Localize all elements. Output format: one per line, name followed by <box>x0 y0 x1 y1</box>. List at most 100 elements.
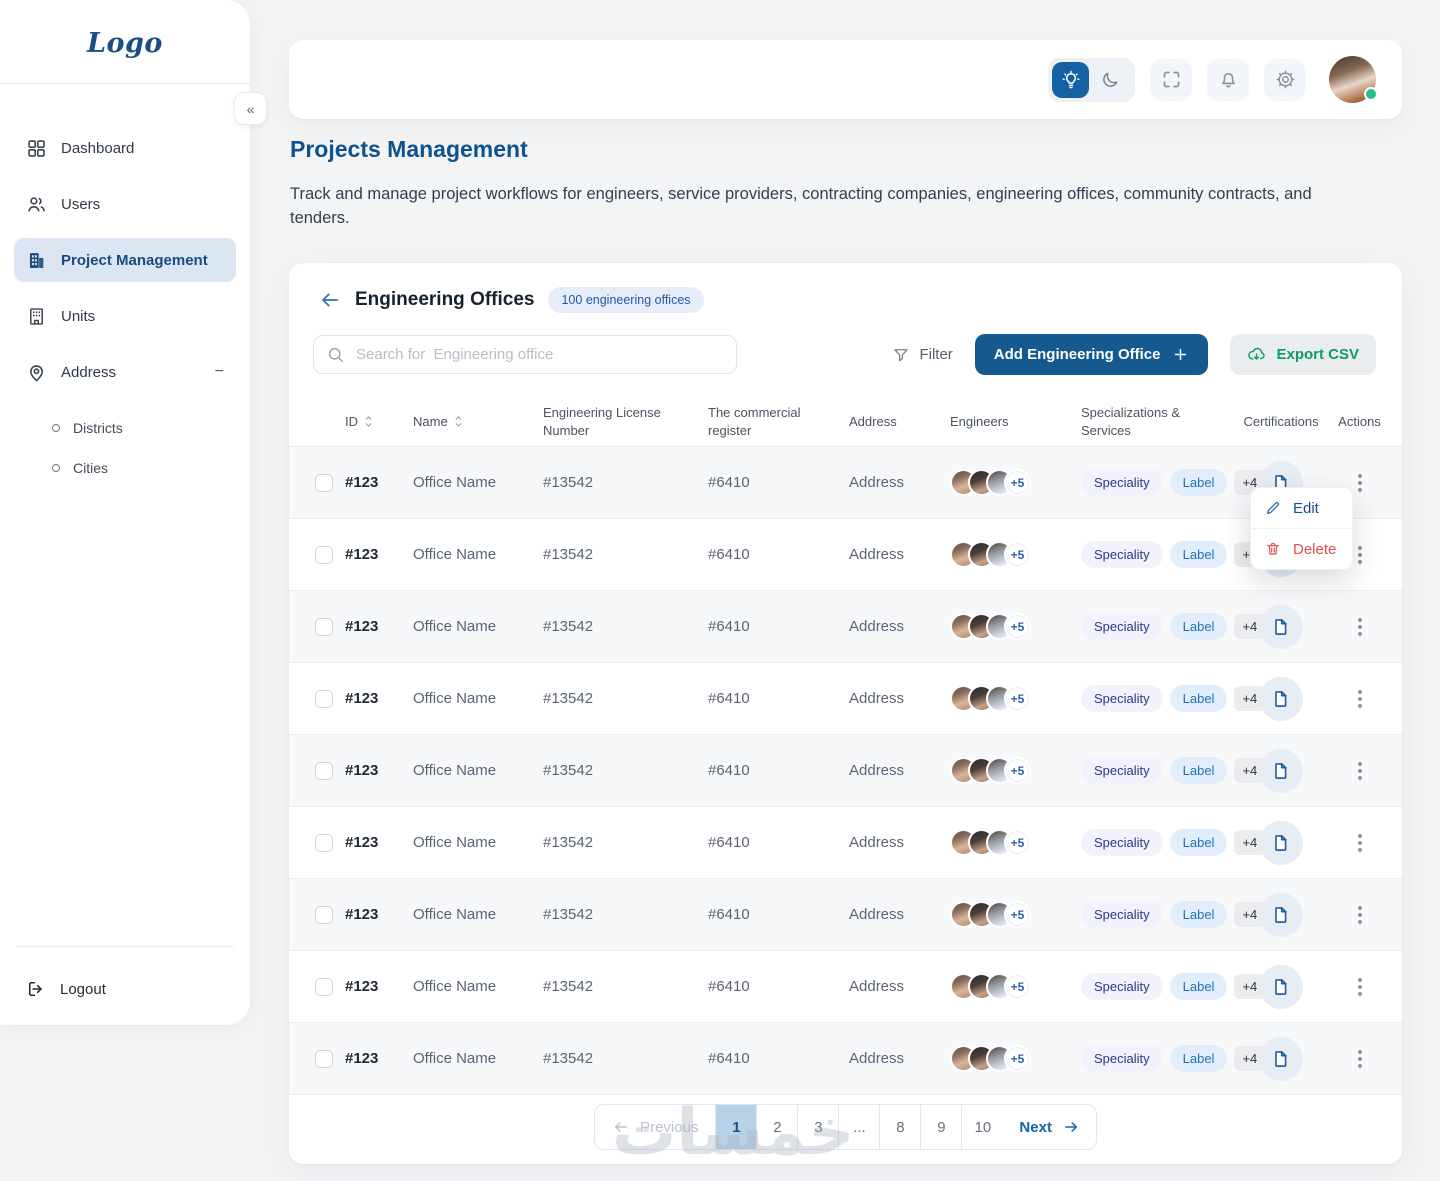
certification-document-button[interactable] <box>1259 820 1303 865</box>
certification-document-button[interactable] <box>1259 604 1303 649</box>
row-checkbox[interactable] <box>315 1049 333 1068</box>
filter-button[interactable]: Filter <box>892 346 953 364</box>
file-icon <box>1275 978 1287 995</box>
delete-menu-item[interactable]: Delete <box>1251 529 1352 569</box>
table-row[interactable]: #123 Office Name #13542 #6410 Address +5… <box>289 519 1402 591</box>
pagination-next-button[interactable]: Next <box>1003 1105 1096 1149</box>
certification-document-button[interactable] <box>1259 892 1303 937</box>
file-icon <box>1275 762 1287 779</box>
table-row[interactable]: #123 Office Name #13542 #6410 Address +5… <box>289 807 1402 879</box>
row-checkbox[interactable] <box>315 617 333 636</box>
search-icon <box>328 347 343 362</box>
table-row[interactable]: #123 Office Name #13542 #6410 Address +5… <box>289 447 1402 519</box>
table-row[interactable]: #123 Office Name #13542 #6410 Address +5… <box>289 1023 1402 1095</box>
page-button[interactable]: ... <box>839 1105 881 1149</box>
pagination: Previous 1 2 3 ... 8 9 10 Next <box>594 1104 1097 1150</box>
fullscreen-button[interactable] <box>1150 58 1192 101</box>
add-button-label: Add Engineering Office <box>993 346 1161 363</box>
profile-menu-button[interactable] <box>1329 56 1378 103</box>
page-button[interactable]: 8 <box>880 1105 922 1149</box>
edit-menu-item[interactable]: Edit <box>1251 488 1352 528</box>
row-actions-menu-button[interactable] <box>1350 900 1370 930</box>
row-actions-menu-button[interactable] <box>1350 1044 1370 1074</box>
page-button[interactable]: 10 <box>962 1105 1003 1149</box>
certification-document-button[interactable] <box>1259 964 1303 1009</box>
back-arrow-button[interactable] <box>319 289 341 311</box>
label-tag: Label <box>1169 829 1228 856</box>
license-number: #13542 <box>543 762 594 779</box>
sidebar-item-address[interactable]: Address − <box>14 350 236 394</box>
table-row[interactable]: #123 Office Name #13542 #6410 Address +5… <box>289 951 1402 1023</box>
engineers-more-badge[interactable]: +5 <box>1004 973 1031 1000</box>
light-mode-button[interactable] <box>1052 61 1089 98</box>
engineers-cell: +5 <box>950 613 1081 640</box>
certification-document-button[interactable] <box>1259 1036 1303 1081</box>
engineers-more-badge[interactable]: +5 <box>1004 541 1031 568</box>
engineers-more-badge[interactable]: +5 <box>1004 613 1031 640</box>
engineers-more-badge[interactable]: +5 <box>1004 901 1031 928</box>
collapse-minus-icon[interactable]: − <box>215 363 224 381</box>
table-row[interactable]: #123 Office Name #13542 #6410 Address +5… <box>289 879 1402 951</box>
sidebar-item-units[interactable]: Units <box>14 294 236 338</box>
sidebar-item-dashboard[interactable]: Dashboard <box>14 126 236 170</box>
page-button[interactable]: 3 <box>798 1105 840 1149</box>
table-row[interactable]: #123 Office Name #13542 #6410 Address +5… <box>289 663 1402 735</box>
office-name: Office Name <box>413 762 497 779</box>
table-row[interactable]: #123 Office Name #13542 #6410 Address +5… <box>289 591 1402 663</box>
page-button[interactable]: 2 <box>757 1105 799 1149</box>
sidebar-item-cities[interactable]: Cities <box>52 448 236 488</box>
row-actions-menu-button[interactable] <box>1350 828 1370 858</box>
row-checkbox[interactable] <box>315 473 333 492</box>
units-building-icon <box>30 307 43 325</box>
specializations-cell: Speciality Label +4 <box>1081 541 1266 568</box>
office-address: Address <box>849 1050 905 1067</box>
dark-mode-button[interactable] <box>1089 62 1131 98</box>
page-button[interactable]: 1 <box>716 1105 758 1149</box>
row-actions-menu-button[interactable] <box>1350 684 1370 714</box>
engineers-more-badge[interactable]: +5 <box>1004 685 1031 712</box>
engineers-more-badge[interactable]: +5 <box>1004 1045 1031 1072</box>
column-header-name[interactable]: Name <box>413 413 543 431</box>
office-name: Office Name <box>413 690 497 707</box>
certification-document-button[interactable] <box>1259 748 1303 793</box>
sidebar-item-users[interactable]: Users <box>14 182 236 226</box>
row-actions-menu-button[interactable] <box>1350 756 1370 786</box>
logout-button[interactable]: Logout <box>16 969 234 1009</box>
row-actions-menu-button[interactable] <box>1350 612 1370 642</box>
search-input[interactable] <box>313 335 737 374</box>
engineers-more-badge[interactable]: +5 <box>1004 469 1031 496</box>
row-context-menu: Edit Delete <box>1250 487 1353 570</box>
specializations-cell: Speciality Label +4 <box>1081 829 1266 856</box>
pagination-previous-button[interactable]: Previous <box>595 1105 717 1149</box>
sidebar-collapse-button[interactable]: « <box>234 92 267 125</box>
row-checkbox[interactable] <box>315 689 333 708</box>
office-name: Office Name <box>413 546 497 563</box>
commercial-register: #6410 <box>708 690 750 707</box>
bullet-icon <box>52 424 60 432</box>
sidebar-item-project-management[interactable]: Project Management <box>14 238 236 282</box>
funnel-icon <box>894 348 909 361</box>
settings-button[interactable] <box>1264 58 1306 101</box>
add-engineering-office-button[interactable]: Add Engineering Office <box>974 334 1209 375</box>
row-checkbox[interactable] <box>315 977 333 996</box>
row-checkbox[interactable] <box>315 833 333 852</box>
row-actions-menu-button[interactable] <box>1350 972 1370 1002</box>
sort-icon[interactable] <box>363 415 374 428</box>
label-tag: Label <box>1169 685 1228 712</box>
table-row[interactable]: #123 Office Name #13542 #6410 Address +5… <box>289 735 1402 807</box>
export-csv-button[interactable]: Export CSV <box>1230 334 1376 375</box>
row-checkbox[interactable] <box>315 545 333 564</box>
sort-icon[interactable] <box>453 415 464 428</box>
certification-document-button[interactable] <box>1259 676 1303 721</box>
row-checkbox[interactable] <box>315 905 333 924</box>
engineers-more-badge[interactable]: +5 <box>1004 757 1031 784</box>
notifications-button[interactable] <box>1207 58 1249 101</box>
office-address: Address <box>849 762 905 779</box>
sidebar-item-districts[interactable]: Districts <box>52 408 236 448</box>
column-header-id[interactable]: ID <box>345 413 413 431</box>
online-status-dot <box>1364 87 1378 101</box>
topbar <box>289 40 1402 119</box>
row-checkbox[interactable] <box>315 761 333 780</box>
page-button[interactable]: 9 <box>921 1105 963 1149</box>
engineers-more-badge[interactable]: +5 <box>1004 829 1031 856</box>
